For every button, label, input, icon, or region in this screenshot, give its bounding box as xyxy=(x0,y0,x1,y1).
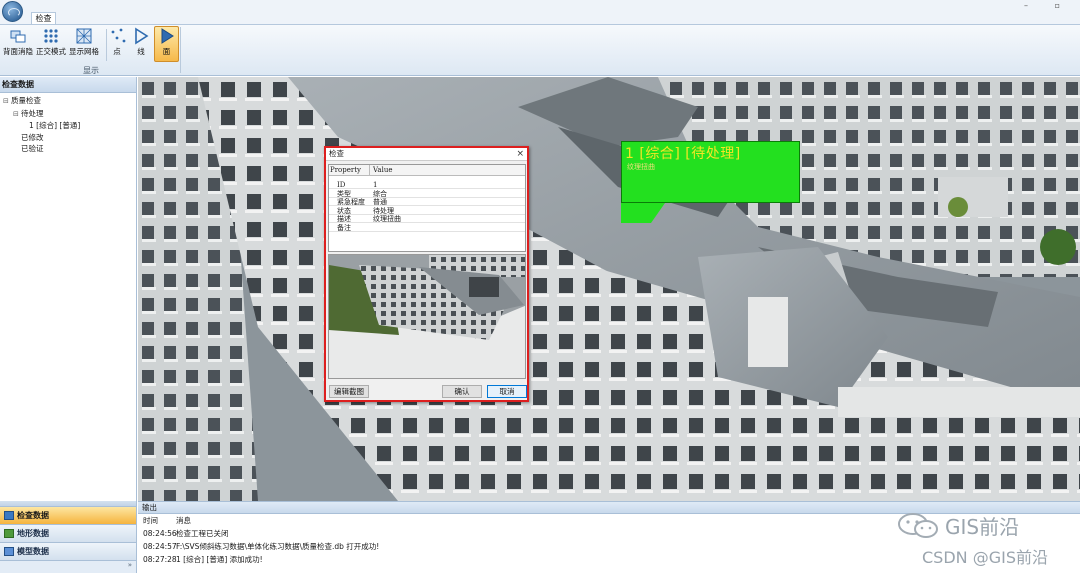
collapse-icon[interactable]: ⊟ xyxy=(13,109,21,121)
line-mode-label: 线 xyxy=(137,47,145,56)
ribbon-separator xyxy=(106,29,107,61)
terrain-data-icon xyxy=(4,529,14,538)
property-value: 待处理 xyxy=(373,206,394,215)
property-key: 备注 xyxy=(337,223,351,232)
nav-label: 模型数据 xyxy=(17,547,49,556)
close-icon[interactable]: × xyxy=(516,148,524,160)
tree-node-label: 已验证 xyxy=(21,144,44,153)
window-controls[interactable]: – ▫ xyxy=(1024,1,1072,10)
tree-node-verified[interactable]: 已验证 xyxy=(3,143,136,155)
ribbon-separator xyxy=(180,27,181,73)
face-mode-button[interactable]: 面 xyxy=(154,26,179,62)
point-mode-button[interactable]: 点 xyxy=(109,27,127,59)
callout-title: 1 [综合] [待处理] xyxy=(625,146,741,162)
value-column-header: Value xyxy=(373,166,393,174)
inspection-data-icon xyxy=(4,511,14,520)
log-time: 08:27:28 xyxy=(143,555,177,564)
property-row[interactable]: 备注 xyxy=(329,224,525,232)
property-row[interactable]: 状态 待处理 xyxy=(329,207,525,215)
tab-check[interactable]: 检查 xyxy=(31,12,56,24)
tree-node-label: 1 [综合] [普通] xyxy=(29,121,81,130)
watermark-brand: GIS前沿 xyxy=(945,515,1020,539)
property-value: 普通 xyxy=(373,198,387,206)
property-row[interactable]: 紧急程度 普通 xyxy=(329,198,525,207)
inspection-tree: ⊟ 质量检查 ⊟ 待处理 1 [综合] [普通] 已修改 已验证 xyxy=(0,93,136,155)
property-key: 描述 xyxy=(337,215,351,223)
panel-title: 检查数据 xyxy=(0,77,136,93)
oblique-photo-scene xyxy=(138,77,1080,501)
callout-pointer xyxy=(621,203,665,223)
nav-label: 检查数据 xyxy=(17,511,49,520)
line-mode-button[interactable]: 线 xyxy=(132,27,150,59)
backface-cull-icon xyxy=(9,27,27,45)
model-data-icon xyxy=(4,547,14,556)
tree-node-label: 质量检查 xyxy=(11,96,41,105)
property-value: 纹理扭曲 xyxy=(373,215,401,223)
dialog-titlebar[interactable]: 检查 × xyxy=(326,148,527,161)
face-mode-label: 面 xyxy=(162,47,171,56)
inspection-data-panel: 检查数据 ⊟ 质量检查 ⊟ 待处理 1 [综合] [普通] 已修改 已验证 xyxy=(0,77,137,501)
edit-screenshot-button[interactable]: 编辑截图 xyxy=(329,385,369,398)
face-icon xyxy=(158,27,176,45)
nav-inspection-data[interactable]: 检查数据 xyxy=(0,507,136,525)
tree-node-label: 已修改 xyxy=(21,132,44,142)
property-grid[interactable]: Property Value ID 1 类型 综合 紧急程度 普通 状态 待处理 描述 纹… xyxy=(328,164,526,252)
property-key: 类型 xyxy=(337,189,351,198)
property-key: 紧急程度 xyxy=(337,198,365,206)
point-icon xyxy=(109,27,127,45)
property-row[interactable]: 描述 纹理扭曲 xyxy=(329,215,525,224)
mesh-grid-icon xyxy=(75,27,93,45)
watermark-csdn: CSDN @GIS前沿 xyxy=(922,548,1048,567)
property-key: ID xyxy=(337,181,346,189)
nav-stack: 检查数据 地形数据 模型数据 » xyxy=(0,501,137,573)
issue-callout[interactable]: 1 [综合] [待处理] 纹理扭曲 xyxy=(621,141,800,203)
point-mode-label: 点 xyxy=(113,47,121,56)
nav-more-chevron-icon[interactable]: » xyxy=(0,561,136,569)
screenshot-thumbnail xyxy=(328,254,526,379)
show-mesh-button[interactable]: 显示网格 xyxy=(69,27,99,59)
log-time: 08:24:57 xyxy=(143,542,177,551)
inspection-dialog: 检查 × Property Value ID 1 类型 综合 紧急程度 普通 状态 待处… xyxy=(324,146,529,402)
time-column-header: 时间 xyxy=(143,516,158,525)
dialog-title: 检查 xyxy=(329,149,344,158)
tree-node-quality-check[interactable]: ⊟ 质量检查 xyxy=(3,95,136,108)
ortho-mode-button[interactable]: 正交模式 xyxy=(36,27,66,59)
line-icon xyxy=(132,27,150,45)
show-mesh-label: 显示网格 xyxy=(69,47,99,56)
cancel-button[interactable]: 取消 xyxy=(487,385,527,398)
nav-terrain-data[interactable]: 地形数据 xyxy=(0,525,136,543)
ortho-grid-icon xyxy=(42,27,60,45)
tree-node-label: 待处理 xyxy=(21,108,44,118)
log-message: 1 [综合] [普通] 添加成功! xyxy=(176,555,263,564)
ortho-mode-label: 正交模式 xyxy=(36,47,66,56)
title-bar: 检查 – ▫ xyxy=(0,0,1080,24)
property-value: 1 xyxy=(373,181,378,189)
log-message: F:\SVS倾斜练习数据\单体化练习数据\质量检查.db 打开成功! xyxy=(176,542,380,551)
tree-node-issue-1[interactable]: 1 [综合] [普通] xyxy=(3,120,136,132)
ribbon-toolbar: 背面消隐 正交模式 显示网格 点 线 面 显示 xyxy=(0,24,1080,76)
tree-node-modified[interactable]: 已修改 xyxy=(3,132,136,144)
property-grid-header: Property Value xyxy=(329,165,525,176)
tree-node-pending[interactable]: ⊟ 待处理 xyxy=(3,108,136,121)
property-key: 状态 xyxy=(337,206,351,215)
property-column-header: Property xyxy=(330,166,362,174)
watermark: GIS前沿 CSDN @GIS前沿 xyxy=(897,511,1073,567)
backface-cull-label: 背面消隐 xyxy=(3,47,33,56)
collapse-icon[interactable]: ⊟ xyxy=(3,96,11,108)
nav-model-data[interactable]: 模型数据 xyxy=(0,543,136,561)
wechat-icon xyxy=(898,513,938,538)
ribbon-group-label: 显示 xyxy=(83,66,99,75)
3d-viewport[interactable]: 1 [综合] [待处理] 纹理扭曲 xyxy=(138,77,1080,501)
app-logo-icon[interactable] xyxy=(2,1,23,22)
callout-description: 纹理扭曲 xyxy=(627,163,655,171)
confirm-button[interactable]: 确认 xyxy=(442,385,482,398)
log-time: 08:24:56 xyxy=(143,529,177,538)
property-row[interactable]: ID 1 xyxy=(329,181,525,190)
backface-cull-button[interactable]: 背面消隐 xyxy=(3,27,33,59)
nav-label: 地形数据 xyxy=(17,529,49,538)
message-column-header: 消息 xyxy=(176,516,191,525)
property-row[interactable]: 类型 综合 xyxy=(329,190,525,198)
log-message: 检查工程已关闭 xyxy=(176,529,229,538)
property-value: 综合 xyxy=(373,189,387,198)
